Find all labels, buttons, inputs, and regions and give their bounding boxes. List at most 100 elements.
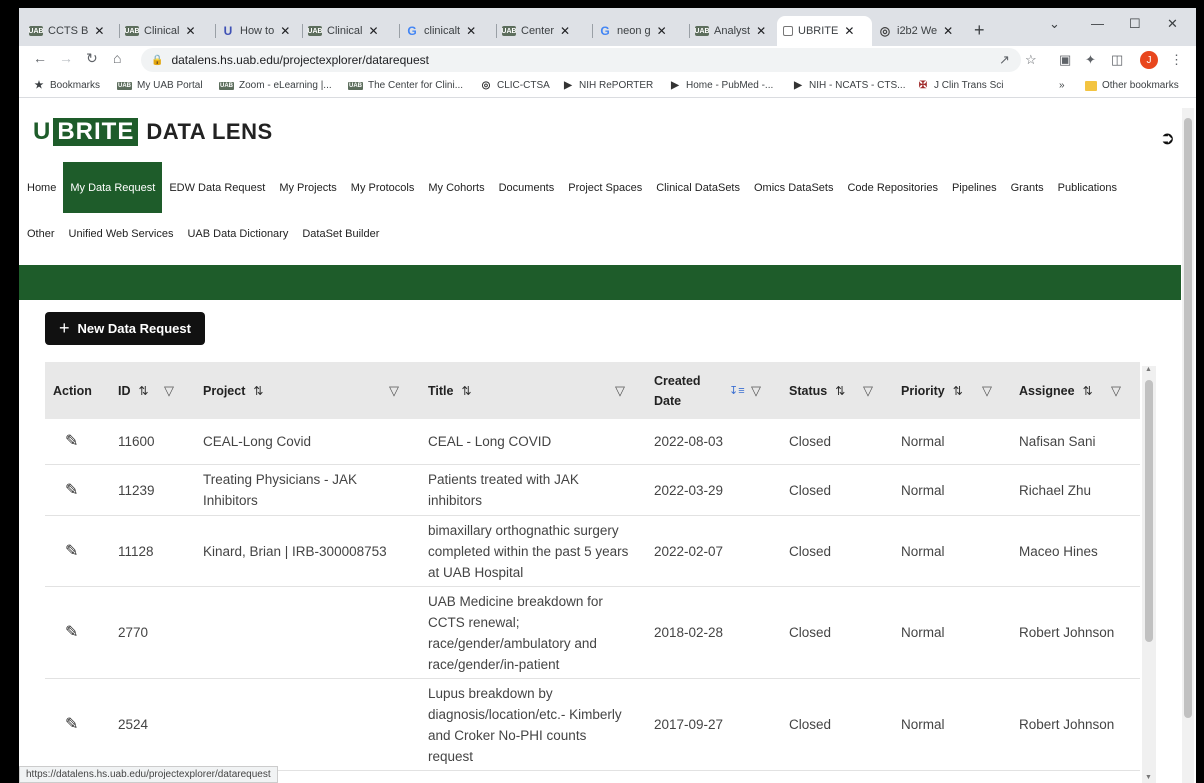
extension-icon[interactable]: ▣ [1059, 52, 1071, 68]
tab-close-icon[interactable]: ✕ [280, 24, 290, 38]
bookmark-item[interactable]: UAB The Center for Clini... [348, 80, 463, 91]
tab-close-icon[interactable]: ✕ [756, 24, 766, 38]
sort-desc-icon[interactable]: ↧≡ [729, 384, 745, 397]
sort-icon[interactable]: ⇅ [139, 384, 149, 398]
browser-tab[interactable]: UAB Clinical ✕ [302, 16, 399, 46]
window-scroll-thumb[interactable] [1184, 118, 1192, 718]
table-scrollbar[interactable]: ▲ ▼ [1142, 366, 1156, 783]
nav-item-uab-data-dictionary[interactable]: UAB Data Dictionary [180, 228, 295, 240]
nav-item-omics-datasets[interactable]: Omics DataSets [747, 162, 840, 213]
nav-item-code-repositories[interactable]: Code Repositories [840, 162, 945, 213]
maximize-icon[interactable]: ☐ [1129, 16, 1141, 32]
nav-item-unified-web-services[interactable]: Unified Web Services [62, 228, 181, 240]
browser-tab[interactable]: ◎ i2b2 We ✕ [872, 16, 964, 46]
edit-pencil-icon[interactable]: ✎ [65, 431, 78, 452]
edit-pencil-icon[interactable]: ✎ [65, 714, 78, 735]
tab-close-icon[interactable]: ✕ [368, 24, 378, 38]
nav-item-my-protocols[interactable]: My Protocols [344, 162, 422, 213]
bookmark-item[interactable]: ▶ Home - PubMed -... [669, 80, 773, 91]
share-icon[interactable]: ↗ [999, 52, 1010, 68]
nav-item-dataset-builder[interactable]: DataSet Builder [295, 228, 386, 240]
col-priority[interactable]: Priority ⇅ ▽ [901, 362, 992, 419]
filter-icon[interactable]: ▽ [863, 383, 873, 399]
bookmark-item[interactable]: ▶ NIH RePORTER [562, 80, 653, 91]
bookmark-item[interactable]: ✠ J Clin Trans Sci [917, 80, 1004, 91]
home-icon[interactable]: ⌂ [113, 50, 121, 66]
filter-icon[interactable]: ▽ [982, 383, 992, 399]
tab-close-icon[interactable]: ✕ [94, 24, 104, 38]
filter-icon[interactable]: ▽ [1111, 383, 1121, 399]
nav-item-edw-data-request[interactable]: EDW Data Request [162, 162, 272, 213]
nav-item-my-projects[interactable]: My Projects [272, 162, 343, 213]
table-row[interactable]: ✎ 2770 UAB Medicine breakdown for CCTS rene… [45, 587, 1140, 679]
tab-close-icon[interactable]: ✕ [560, 24, 570, 38]
sort-icon[interactable]: ⇅ [835, 384, 845, 398]
back-icon[interactable]: ← [33, 50, 47, 66]
browser-tab[interactable]: UBRITE ✕ [777, 16, 872, 46]
bookmark-item[interactable]: ◎ CLIC-CTSA [480, 80, 550, 91]
filter-icon[interactable]: ▽ [615, 383, 625, 399]
nav-item-other[interactable]: Other [19, 228, 62, 240]
kebab-menu-icon[interactable]: ⋮ [1170, 52, 1183, 68]
sort-icon[interactable]: ⇅ [461, 384, 471, 398]
reload-icon[interactable]: ↻ [86, 50, 98, 67]
browser-tab[interactable]: UAB Clinical ✕ [119, 16, 215, 46]
table-row[interactable]: ✎ 11600 CEAL-Long Covid CEAL - Long COVID 20… [45, 419, 1140, 465]
tab-close-icon[interactable]: ✕ [844, 24, 854, 38]
nav-item-my-data-request[interactable]: My Data Request [63, 162, 163, 213]
tab-close-icon[interactable]: ✕ [185, 24, 195, 38]
window-scrollbar[interactable] [1182, 108, 1194, 783]
bookmark-item[interactable]: ▶ NIH - NCATS - CTS... [792, 80, 905, 91]
filter-icon[interactable]: ▽ [164, 383, 174, 399]
logout-icon[interactable]: ➲ [1160, 128, 1175, 149]
browser-tab[interactable]: Gneon g ✕ [592, 16, 689, 46]
scroll-down-icon[interactable]: ▼ [1145, 774, 1152, 781]
scroll-up-icon[interactable]: ▲ [1145, 366, 1152, 373]
table-row[interactable]: ✎ 11128 Kinard, Brian | IRB-300008753 bimax… [45, 516, 1140, 587]
sort-icon[interactable]: ⇅ [253, 384, 263, 398]
tab-search-icon[interactable]: ⌄ [1049, 16, 1060, 32]
puzzle-icon[interactable]: ✦ [1085, 52, 1096, 68]
col-project[interactable]: Project ⇅ ▽ [203, 362, 413, 419]
col-title[interactable]: Title ⇅ ▽ [428, 362, 638, 419]
profile-avatar[interactable]: J [1140, 51, 1158, 69]
bookmark-item[interactable]: Other bookmarks [1085, 80, 1179, 91]
tab-close-icon[interactable]: ✕ [466, 24, 476, 38]
browser-tab[interactable]: Gclinicalt ✕ [399, 16, 496, 46]
table-row[interactable]: ✎ 2524 Lupus breakdown by diagnosis/locatio… [45, 679, 1140, 771]
col-created-date[interactable]: Created Date ↧≡ ▽ [654, 362, 774, 419]
sidepanel-icon[interactable]: ◫ [1111, 52, 1123, 68]
minimize-icon[interactable]: — [1091, 16, 1104, 31]
nav-item-grants[interactable]: Grants [1004, 162, 1051, 213]
browser-tab[interactable]: UAB Analyst ✕ [689, 16, 777, 46]
sort-icon[interactable]: ⇅ [953, 384, 963, 398]
nav-item-home[interactable]: Home [19, 162, 63, 213]
col-status[interactable]: Status ⇅ ▽ [789, 362, 873, 419]
edit-pencil-icon[interactable]: ✎ [65, 541, 78, 562]
filter-icon[interactable]: ▽ [389, 383, 399, 399]
tab-close-icon[interactable]: ✕ [657, 24, 667, 38]
bookmark-item[interactable]: UAB Zoom - eLearning |... [219, 80, 332, 91]
col-id[interactable]: ID ⇅ ▽ [118, 362, 174, 419]
bookmark-item[interactable]: UAB My UAB Portal [117, 80, 203, 91]
sort-icon[interactable]: ⇅ [1083, 384, 1093, 398]
bookmark-item[interactable]: ★ Bookmarks [33, 80, 101, 91]
nav-item-project-spaces[interactable]: Project Spaces [561, 162, 649, 213]
address-bar[interactable]: 🔒 datalens.hs.uab.edu/projectexplorer/da… [141, 48, 1021, 72]
new-tab-icon[interactable]: + [974, 20, 985, 41]
col-assignee[interactable]: Assignee ⇅ ▽ [1019, 362, 1121, 419]
ubrite-logo[interactable]: U BRITE DATA LENS [33, 118, 273, 146]
tab-close-icon[interactable]: ✕ [943, 24, 953, 38]
edit-pencil-icon[interactable]: ✎ [65, 622, 78, 643]
more-bookmarks-icon[interactable]: » [1059, 80, 1065, 91]
nav-item-my-cohorts[interactable]: My Cohorts [421, 162, 491, 213]
browser-tab[interactable]: UAB CCTS B ✕ [23, 16, 119, 46]
new-data-request-button[interactable]: + New Data Request [45, 312, 205, 345]
nav-item-publications[interactable]: Publications [1051, 162, 1124, 213]
forward-icon[interactable]: → [59, 50, 73, 66]
bookmark-star-icon[interactable]: ☆ [1025, 52, 1037, 68]
browser-tab[interactable]: UAB Center ✕ [496, 16, 592, 46]
table-scroll-thumb[interactable] [1145, 380, 1153, 642]
filter-icon[interactable]: ▽ [751, 383, 761, 399]
browser-tab[interactable]: U How to ✕ [215, 16, 302, 46]
